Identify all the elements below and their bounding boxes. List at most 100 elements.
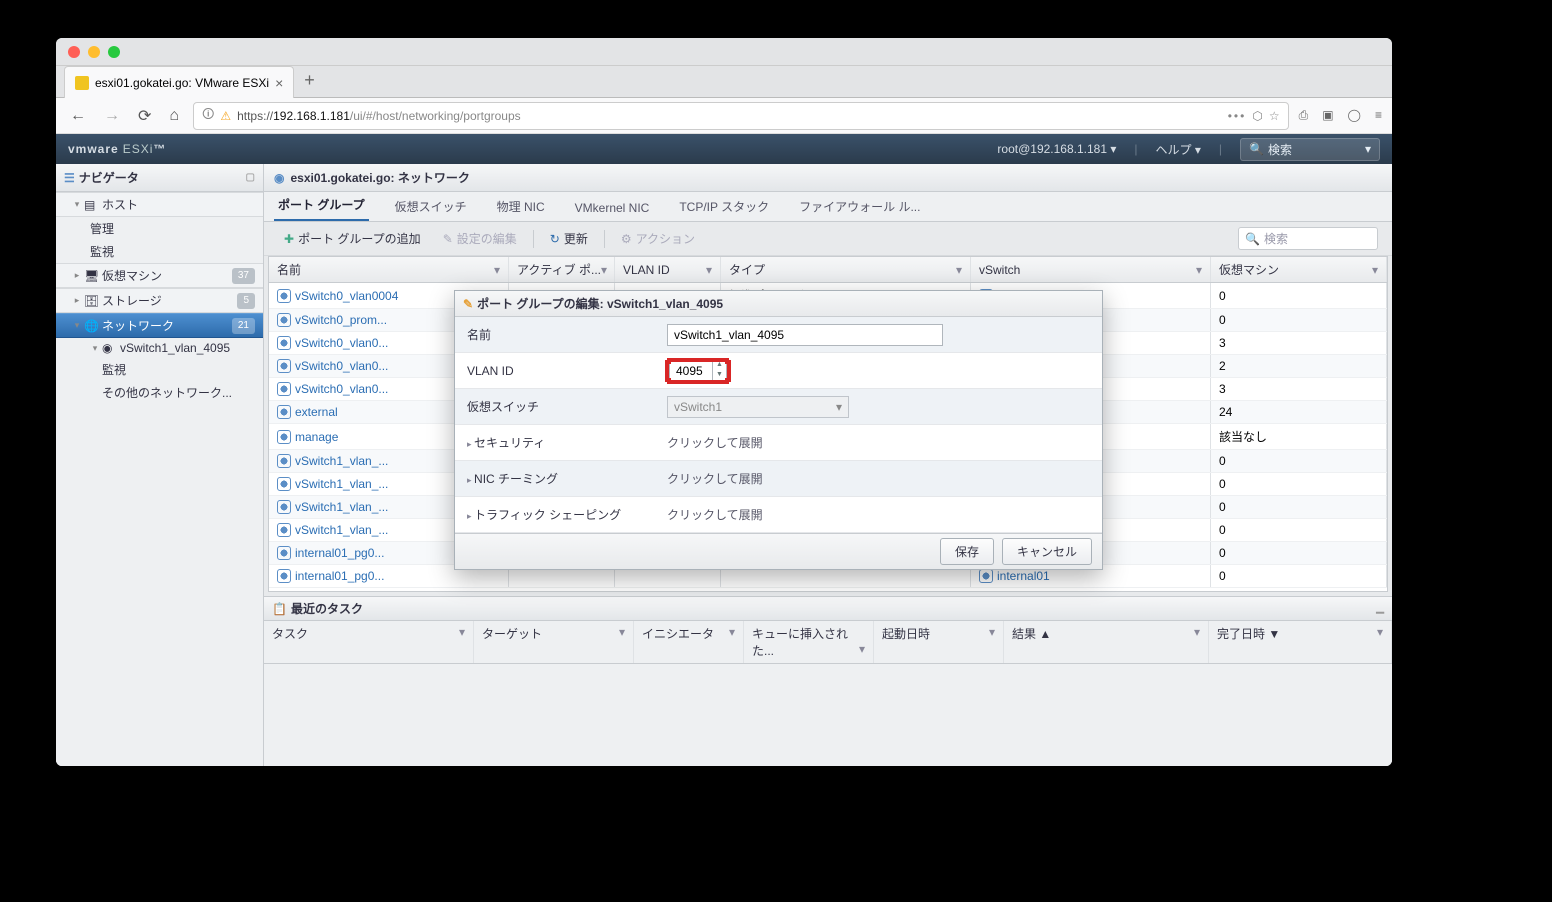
expand-nic[interactable]: クリックして展開 [655,466,1102,491]
col-active[interactable]: アクティブ ポ...▾ [509,257,615,282]
pin-icon[interactable]: ▢ [246,172,255,183]
grid-toolbar: ✚ポート グループの追加 ✎設定の編集 ↻更新 ⚙アクション 🔍検索 [264,222,1392,256]
edit-icon: ✎ [463,297,473,311]
gear-icon: ⚙ [621,232,632,246]
new-tab-button[interactable]: + [304,70,315,97]
app-header: vmwareESXi™ root@192.168.1.181 | ヘルプ | 🔍… [56,134,1392,164]
pocket-icon[interactable]: ⬡ [1252,109,1262,123]
tab-tcpip[interactable]: TCP/IP スタック [675,192,773,221]
reload-button[interactable]: ⟳ [134,104,155,128]
network-icon: ◉ [274,171,284,185]
refresh-icon: ↻ [550,232,560,246]
task-col-start[interactable]: 起動日時▾ [874,621,1004,663]
stepper[interactable]: ▲▼ [712,361,726,381]
zoom-window-icon[interactable] [108,46,120,58]
back-button[interactable]: ← [66,105,90,127]
col-vms[interactable]: 仮想マシン▾ [1211,257,1387,282]
task-col-target[interactable]: ターゲット▾ [474,621,634,663]
nav-monitor[interactable]: 監視 [56,240,263,263]
vmware-logo: vmwareESXi™ [68,142,166,156]
tab-portgroups[interactable]: ポート グループ [274,190,369,221]
portgroup-icon [277,454,291,468]
nav-list: ▾▤ホスト 管理 監視 ▸🖥仮想マシン37 ▸🗄ストレージ5 ▾🌐ネットワーク2… [56,192,263,766]
network-icon: 🌐 [84,319,98,333]
user-menu[interactable]: root@192.168.1.181 [997,142,1116,156]
nav-vlan-monitor[interactable]: 監視 [56,358,263,381]
add-portgroup-button[interactable]: ✚ポート グループの追加 [278,227,427,250]
global-search[interactable]: 🔍検索▾ [1240,138,1380,161]
edit-settings-button[interactable]: ✎設定の編集 [437,227,523,250]
task-col-init[interactable]: イニシエータ▾ [634,621,744,663]
task-col-done[interactable]: 完了日時 ▼▾ [1209,621,1392,663]
nav-vm[interactable]: ▸🖥仮想マシン37 [56,263,263,288]
refresh-button[interactable]: ↻更新 [544,227,594,250]
search-icon: 🔍 [1245,232,1260,246]
col-type[interactable]: タイプ▾ [721,257,971,282]
nav-network[interactable]: ▾🌐ネットワーク21 [56,313,263,338]
tab-vswitches[interactable]: 仮想スイッチ [391,192,471,221]
label-security[interactable]: セキュリティ [455,426,655,459]
tasks-icon: 📋 [272,602,287,616]
bookmark-star-icon[interactable]: ☆ [1269,109,1280,123]
portgroup-icon [277,313,291,327]
cancel-button[interactable]: キャンセル [1002,538,1092,565]
vswitch-select[interactable]: vSwitch1▾ [667,396,849,418]
col-vlan[interactable]: VLAN ID▾ [615,257,721,282]
menu-icon[interactable]: ≡ [1375,108,1382,123]
vswitch-icon [979,569,993,583]
label-vlan: VLAN ID [455,356,655,386]
name-input[interactable] [667,324,943,346]
expand-security[interactable]: クリックして展開 [655,430,1102,455]
label-vswitch: 仮想スイッチ [455,390,655,423]
tab-firewall[interactable]: ファイアウォール ル... [795,192,924,221]
label-nic[interactable]: NIC チーミング [455,462,655,495]
nav-host[interactable]: ▾▤ホスト [56,192,263,217]
help-menu[interactable]: ヘルプ [1156,141,1201,158]
nav-vlan[interactable]: ▾◉vSwitch1_vlan_4095 [56,338,263,358]
portgroup-icon: ◉ [102,341,116,355]
library-icon[interactable]: ⎙ [1299,108,1309,123]
portgroup-icon [277,359,291,373]
grid-search[interactable]: 🔍検索 [1238,227,1378,250]
vlan-id-input-wrap: ▲▼ [669,360,727,382]
nav-storage[interactable]: ▸🗄ストレージ5 [56,288,263,313]
minimize-window-icon[interactable] [88,46,100,58]
edit-icon: ✎ [443,232,453,246]
nav-manage[interactable]: 管理 [56,217,263,240]
col-name[interactable]: 名前▾ [269,257,509,282]
url-bar[interactable]: 🛈 ⚠ https://192.168.1.181/ui/#/host/netw… [193,102,1289,130]
minimize-tasks-icon[interactable]: ▁ [1376,603,1384,614]
navigator: ☰ ナビゲータ ▢ ▾▤ホスト 管理 監視 ▸🖥仮想マシン37 ▸🗄ストレージ5… [56,164,264,766]
page-actions-icon[interactable]: ••• [1228,109,1247,123]
tab-vmkernel[interactable]: VMkernel NIC [571,195,654,221]
forward-button[interactable]: → [100,105,124,127]
window-controls [68,46,120,58]
portgroup-icon [277,546,291,560]
save-button[interactable]: 保存 [940,538,994,565]
task-col-result[interactable]: 結果 ▲▾ [1004,621,1209,663]
lock-warning-icon[interactable]: ⚠ [220,109,231,123]
add-icon: ✚ [284,232,294,246]
close-tab-icon[interactable]: × [275,75,283,91]
shield-icon[interactable]: 🛈 [202,105,214,126]
close-window-icon[interactable] [68,46,80,58]
actions-button[interactable]: ⚙アクション [615,227,701,250]
expand-shaping[interactable]: クリックして展開 [655,502,1102,527]
task-col-queued[interactable]: キューに挿入された...▾ [744,621,874,663]
sidebar-icon[interactable]: ▣ [1322,108,1333,123]
label-shaping[interactable]: トラフィック シェーピング [455,498,655,531]
task-col-task[interactable]: タスク▾ [264,621,474,663]
breadcrumb: ◉ esxi01.gokatei.go: ネットワーク [264,164,1392,192]
label-name: 名前 [455,318,655,351]
tab-pnics[interactable]: 物理 NIC [493,192,549,221]
tab-title: esxi01.gokatei.go: VMware ESXi [95,76,269,90]
nav-vlan-other[interactable]: その他のネットワーク... [56,381,263,404]
portgroup-icon [277,569,291,583]
col-vswitch[interactable]: vSwitch▾ [971,257,1211,282]
navigator-icon: ☰ [64,171,75,185]
vlan-id-input[interactable] [670,361,712,381]
account-icon[interactable]: ◯ [1348,108,1361,123]
recent-tasks: 📋 最近のタスク ▁ タスク▾ ターゲット▾ イニシエータ▾ キューに挿入された… [264,596,1392,766]
browser-tab[interactable]: esxi01.gokatei.go: VMware ESXi × [64,66,294,98]
home-button[interactable]: ⌂ [165,105,183,127]
